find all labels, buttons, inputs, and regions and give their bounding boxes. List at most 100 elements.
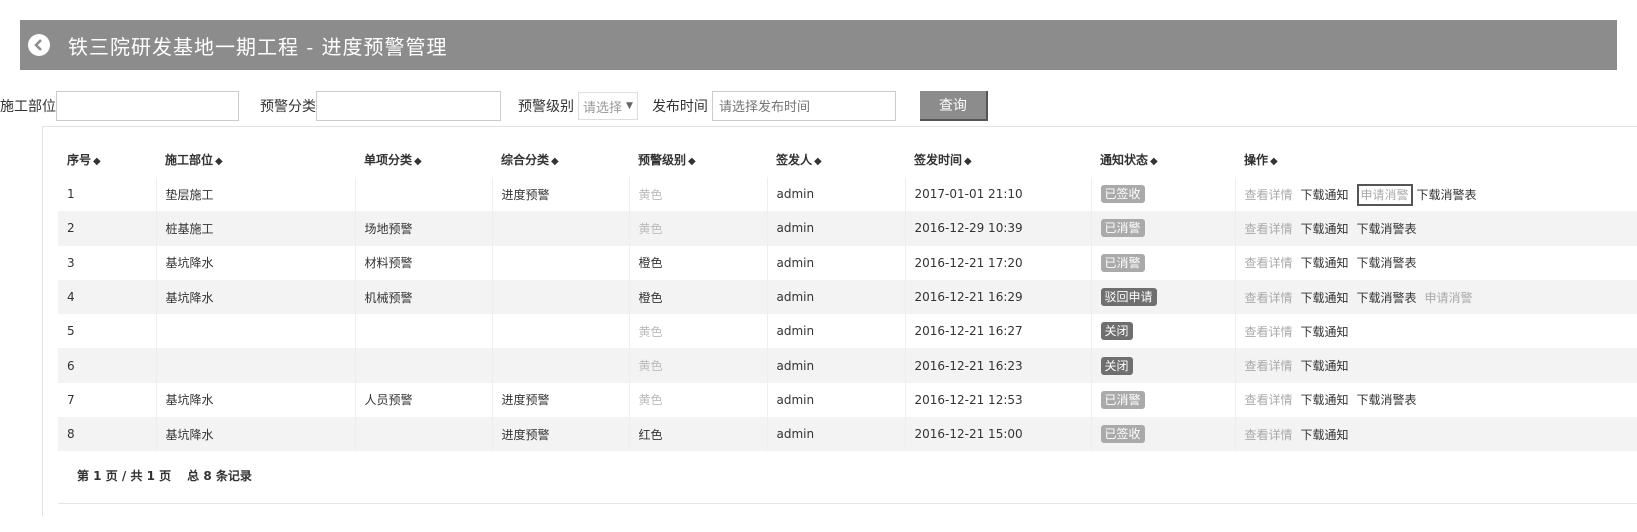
- status-badge: 关闭: [1100, 322, 1133, 341]
- download-clear-form-link[interactable]: 下载消警表: [1357, 222, 1417, 236]
- cell-time: 2016-12-21 15:00: [905, 417, 1092, 452]
- table-row: 8 基坑降水 进度预警 红色 admin 2016-12-21 15:00 已签收 查看详情下…: [58, 417, 1637, 452]
- sort-icon[interactable]: ◆: [215, 156, 223, 167]
- column-header[interactable]: 单项分类 ◆: [355, 141, 492, 177]
- cell-issuer: admin: [767, 177, 906, 212]
- download-clear-form-link[interactable]: 下载消警表: [1357, 256, 1417, 270]
- cell-issuer: admin: [767, 417, 906, 452]
- cell-actions: 查看详情 下载通知: [1235, 417, 1637, 452]
- results-panel: 序号 ◆ 施工部位 ◆ 单项分类 ◆ 综合分类 ◆ 预警级别 ◆ 签发人 ◆ 签发时间 ◆ 通知状态 ◆ 操作 ◆…: [42, 126, 1637, 516]
- category-input[interactable]: [316, 91, 501, 121]
- cell-level: 橙色: [629, 245, 768, 280]
- download-clear-form-link[interactable]: 下载消警表: [1417, 188, 1477, 202]
- column-header[interactable]: 签发人 ◆: [767, 141, 905, 177]
- total-records: 总 8 条记录: [187, 469, 252, 483]
- warning-table: 序号 ◆ 施工部位 ◆ 单项分类 ◆ 综合分类 ◆ 预警级别 ◆ 签发人 ◆ 签发时间 ◆ 通知状态 ◆ 操作 ◆…: [58, 141, 1637, 452]
- cell-level: 黄色: [629, 382, 768, 418]
- cell-overall: 进度预警: [492, 417, 630, 452]
- cell-part: 基坑降水: [156, 382, 356, 418]
- download-clear-form-link[interactable]: 下载消警表: [1357, 393, 1417, 407]
- cell-actions: 查看详情 下载通知 下载消警表: [1235, 245, 1637, 280]
- sort-icon[interactable]: ◆: [814, 156, 822, 167]
- view-detail-link[interactable]: 查看详情: [1245, 393, 1293, 407]
- column-header[interactable]: 操作 ◆: [1235, 141, 1637, 177]
- cell-overall: [492, 211, 630, 246]
- pagination-info: 第 1 页 / 共 1 页 总 8 条记录: [77, 467, 252, 484]
- view-detail-link[interactable]: 查看详情: [1245, 291, 1293, 305]
- category-label: 预警分类: [260, 99, 316, 115]
- column-header-label: 签发人: [776, 152, 813, 167]
- cell-issuer: admin: [767, 279, 906, 315]
- cell-part: 垫层施工: [156, 177, 356, 212]
- cell-no: 4: [58, 279, 157, 315]
- cell-level: 红色: [629, 417, 768, 452]
- status-badge: 已消警: [1100, 219, 1145, 238]
- cell-part: 基坑降水: [156, 279, 356, 315]
- view-detail-link[interactable]: 查看详情: [1245, 359, 1293, 373]
- cell-issuer: admin: [767, 245, 906, 280]
- cell-actions: 查看详情 下载通知 申请消警 下载消警表: [1235, 177, 1637, 212]
- cell-item: [355, 177, 493, 212]
- query-button[interactable]: 查询: [919, 91, 988, 121]
- cell-item: 人员预警: [355, 382, 493, 418]
- download-notice-link[interactable]: 下载通知: [1301, 393, 1349, 407]
- download-notice-link[interactable]: 下载通知: [1301, 359, 1349, 373]
- status-badge: 驳回申请: [1100, 288, 1157, 307]
- table-row: 2 桩基施工 场地预警 黄色 admin 2016-12-29 10:39 已消警 查看详情下…: [58, 211, 1637, 246]
- cell-actions: 查看详情 下载通知: [1235, 348, 1637, 383]
- download-notice-link[interactable]: 下载通知: [1301, 188, 1349, 202]
- column-header[interactable]: 综合分类 ◆: [492, 141, 629, 177]
- back-icon[interactable]: [28, 34, 50, 56]
- view-detail-link[interactable]: 查看详情: [1245, 325, 1293, 339]
- sort-icon[interactable]: ◆: [551, 156, 559, 167]
- table-row: 5 黄色 admin 2016-12-21 16:27 关闭 查看详情 下载通知: [58, 314, 1637, 349]
- download-notice-link[interactable]: 下载通知: [1301, 222, 1349, 236]
- cell-item: 机械预警: [355, 279, 493, 315]
- title-bar: 铁三院研发基地一期工程 - 进度预警管理: [20, 20, 1617, 70]
- status-badge: 已消警: [1100, 390, 1145, 409]
- sort-icon[interactable]: ◆: [1150, 156, 1158, 167]
- cell-issuer: admin: [767, 314, 906, 349]
- cell-overall: 进度预警: [492, 177, 630, 212]
- download-notice-link[interactable]: 下载通知: [1301, 325, 1349, 339]
- apply-clear-link[interactable]: 申请消警: [1356, 183, 1413, 206]
- cell-item: [355, 314, 493, 349]
- sort-icon[interactable]: ◆: [688, 156, 696, 167]
- cell-issuer: admin: [767, 348, 906, 383]
- part-input[interactable]: [56, 91, 239, 121]
- sort-icon[interactable]: ◆: [964, 156, 972, 167]
- column-header[interactable]: 施工部位 ◆: [156, 141, 355, 177]
- cell-part: [156, 314, 356, 349]
- apply-clear-link[interactable]: 申请消警: [1425, 291, 1473, 305]
- cell-item: [355, 348, 493, 383]
- download-notice-link[interactable]: 下载通知: [1301, 428, 1349, 442]
- column-header[interactable]: 签发时间 ◆: [905, 141, 1091, 177]
- download-notice-link[interactable]: 下载通知: [1301, 291, 1349, 305]
- column-header[interactable]: 序号 ◆: [58, 141, 156, 177]
- cell-no: 7: [58, 382, 157, 418]
- level-select[interactable]: 请选择 ▼: [578, 92, 638, 120]
- level-select-value: 请选择: [583, 100, 623, 116]
- cell-no: 8: [58, 417, 157, 452]
- view-detail-link[interactable]: 查看详情: [1245, 222, 1293, 236]
- download-notice-link[interactable]: 下载通知: [1301, 256, 1349, 270]
- cell-actions: 查看详情 下载通知 下载消警表: [1235, 211, 1637, 246]
- view-detail-link[interactable]: 查看详情: [1245, 188, 1293, 202]
- cell-time: 2016-12-21 17:20: [905, 245, 1092, 280]
- column-header-label: 单项分类: [364, 152, 413, 167]
- time-input[interactable]: [711, 91, 896, 121]
- download-clear-form-link[interactable]: 下载消警表: [1357, 291, 1417, 305]
- column-header[interactable]: 通知状态 ◆: [1091, 141, 1235, 177]
- view-detail-link[interactable]: 查看详情: [1245, 428, 1293, 442]
- sort-icon[interactable]: ◆: [1270, 156, 1278, 167]
- sort-icon[interactable]: ◆: [414, 156, 422, 167]
- sort-icon[interactable]: ◆: [93, 156, 101, 167]
- view-detail-link[interactable]: 查看详情: [1245, 256, 1293, 270]
- table-body: 1 垫层施工 进度预警 黄色 admin 2017-01-01 21:10 已签收 查看详情下…: [58, 177, 1637, 452]
- cell-part: [156, 348, 356, 383]
- cell-overall: [492, 279, 630, 315]
- status-badge: 已签收: [1100, 425, 1145, 444]
- cell-status: 已消警: [1091, 382, 1236, 418]
- table-row: 6 黄色 admin 2016-12-21 16:23 关闭 查看详情 下载通知: [58, 348, 1637, 383]
- column-header[interactable]: 预警级别 ◆: [629, 141, 767, 177]
